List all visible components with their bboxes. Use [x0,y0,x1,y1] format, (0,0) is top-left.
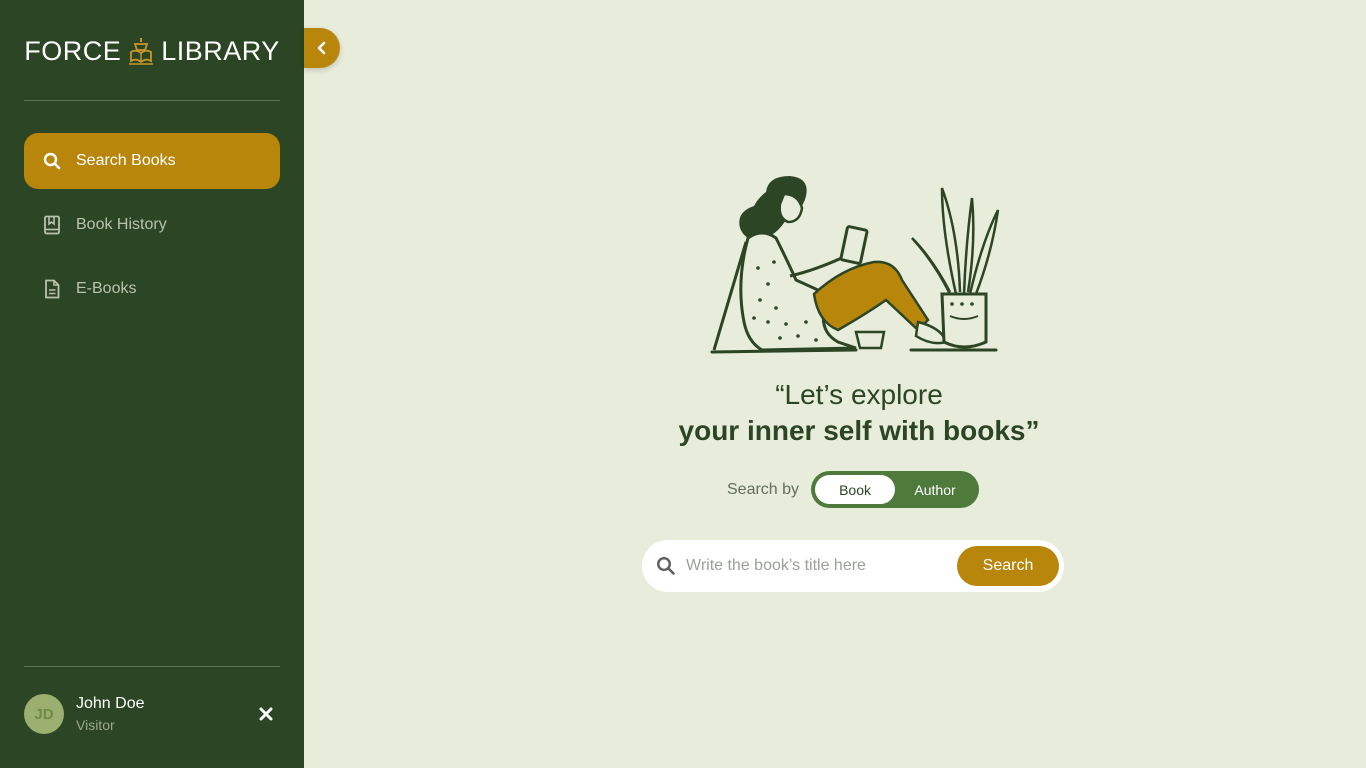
search-icon [42,151,62,171]
library-book-icon [127,36,155,66]
brand-text-force: FORCE [24,35,122,66]
sidebar-item-e-books[interactable]: E-Books [24,261,280,317]
sidebar-nav: Search Books Book History E-Books [24,133,280,325]
woman-reading-illustration [710,176,1000,354]
sidebar-item-search-books[interactable]: Search Books [24,133,280,189]
search-by-control: Search by Book Author [727,471,980,508]
brand-logo[interactable]: FORCE LIBRARY [24,30,280,72]
user-info: John Doe Visitor [76,695,145,733]
search-input[interactable] [686,557,957,575]
sidebar-divider [24,100,280,101]
sidebar-item-label: Book History [76,216,167,233]
quote-line-2: your inner self with books” [678,415,1040,446]
main-content: “Let’s explore your inner self with book… [304,0,1366,768]
user-name: John Doe [76,695,145,712]
sidebar-item-book-history[interactable]: Book History [24,197,280,253]
logout-button[interactable] [256,704,276,724]
search-icon [656,556,676,576]
book-bookmark-icon [42,215,62,235]
user-role: Visitor [76,717,115,733]
document-icon [42,279,62,299]
hero-quote: “Let’s explore your inner self with book… [304,378,1366,450]
search-type-toggle[interactable]: Book Author [811,471,980,508]
app: FORCE LIBRARY Search Books Book History … [0,0,1366,768]
sidebar: FORCE LIBRARY Search Books Book History … [0,0,304,768]
brand-text-library: LIBRARY [161,35,280,66]
sidebar-item-label: Search Books [76,152,176,169]
search-bar: Search [642,540,1064,592]
search-by-label: Search by [727,480,800,498]
toggle-option-author[interactable]: Author [895,475,975,504]
user-profile: JD John Doe Visitor [24,690,280,738]
quote-line-1: “Let’s explore [775,379,943,410]
sidebar-divider [24,666,280,667]
sidebar-item-label: E-Books [76,280,137,297]
avatar[interactable]: JD [24,694,64,734]
close-icon [259,707,273,721]
toggle-option-book[interactable]: Book [815,475,896,504]
search-button[interactable]: Search [957,546,1059,586]
